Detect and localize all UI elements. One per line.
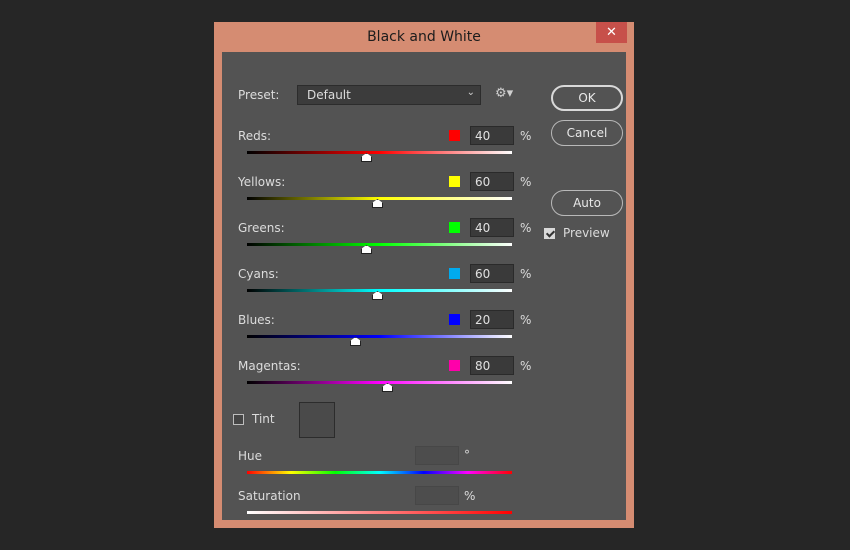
chevron-down-icon: ⌄ bbox=[466, 87, 475, 98]
saturation-slider-track[interactable] bbox=[247, 511, 512, 514]
blues-percent-unit: % bbox=[520, 313, 532, 327]
magentas-slider-track[interactable] bbox=[247, 381, 512, 384]
saturation-label: Saturation bbox=[238, 489, 301, 503]
magentas-swatch bbox=[449, 360, 460, 371]
close-button[interactable]: ✕ bbox=[596, 22, 627, 43]
blues-swatch bbox=[449, 314, 460, 325]
reds-value-input[interactable]: 40 bbox=[470, 126, 514, 145]
yellows-label: Yellows: bbox=[238, 175, 286, 189]
greens-slider-track[interactable] bbox=[247, 243, 512, 246]
magentas-slider-thumb[interactable] bbox=[382, 383, 393, 392]
yellows-slider-track[interactable] bbox=[247, 197, 512, 200]
yellows-percent-unit: % bbox=[520, 175, 532, 189]
reds-label: Reds: bbox=[238, 129, 272, 143]
reds-percent-unit: % bbox=[520, 129, 532, 143]
preset-select[interactable]: Default ⌄ bbox=[297, 85, 481, 105]
saturation-percent-unit: % bbox=[464, 489, 476, 503]
black-and-white-dialog: Black and White ✕ Preset: Default ⌄ ⚙▾ O… bbox=[214, 22, 634, 528]
hue-degree-unit: ° bbox=[464, 448, 470, 462]
tint-checkbox[interactable] bbox=[233, 414, 244, 425]
reds-slider-track[interactable] bbox=[247, 151, 512, 154]
saturation-value-input[interactable] bbox=[415, 486, 459, 505]
greens-percent-unit: % bbox=[520, 221, 532, 235]
magentas-label: Magentas: bbox=[238, 359, 301, 373]
preview-checkbox[interactable] bbox=[544, 228, 555, 239]
blues-slider-thumb[interactable] bbox=[350, 337, 361, 346]
blues-slider-track[interactable] bbox=[247, 335, 512, 338]
blues-label: Blues: bbox=[238, 313, 275, 327]
greens-swatch bbox=[449, 222, 460, 233]
preset-label: Preset: bbox=[238, 88, 280, 102]
cyans-slider-track[interactable] bbox=[247, 289, 512, 292]
hue-slider-track[interactable] bbox=[247, 471, 512, 474]
magentas-value-input[interactable]: 80 bbox=[470, 356, 514, 375]
close-icon: ✕ bbox=[606, 25, 617, 40]
greens-label: Greens: bbox=[238, 221, 285, 235]
magentas-percent-unit: % bbox=[520, 359, 532, 373]
yellows-swatch bbox=[449, 176, 460, 187]
reds-swatch bbox=[449, 130, 460, 141]
hue-value-input[interactable] bbox=[415, 446, 459, 465]
cyans-label: Cyans: bbox=[238, 267, 279, 281]
ok-button[interactable]: OK bbox=[551, 85, 623, 111]
greens-slider-thumb[interactable] bbox=[361, 245, 372, 254]
preset-options-gear-icon[interactable]: ⚙▾ bbox=[495, 86, 513, 101]
blues-value-input[interactable]: 20 bbox=[470, 310, 514, 329]
cancel-button[interactable]: Cancel bbox=[551, 120, 623, 146]
cyans-swatch bbox=[449, 268, 460, 279]
preset-value: Default bbox=[307, 88, 351, 102]
cyans-value-input[interactable]: 60 bbox=[470, 264, 514, 283]
preview-label: Preview bbox=[563, 226, 610, 240]
tint-color-swatch[interactable] bbox=[299, 402, 335, 438]
dialog-title: Black and White bbox=[367, 29, 481, 45]
cyans-slider-thumb[interactable] bbox=[372, 291, 383, 300]
cyans-percent-unit: % bbox=[520, 267, 532, 281]
yellows-slider-thumb[interactable] bbox=[372, 199, 383, 208]
reds-slider-thumb[interactable] bbox=[361, 153, 372, 162]
dialog-content: Preset: Default ⌄ ⚙▾ OK Cancel Auto Prev… bbox=[222, 52, 626, 520]
yellows-value-input[interactable]: 60 bbox=[470, 172, 514, 191]
auto-button[interactable]: Auto bbox=[551, 190, 623, 216]
title-bar[interactable]: Black and White ✕ bbox=[214, 22, 634, 52]
hue-label: Hue bbox=[238, 449, 263, 463]
tint-label: Tint bbox=[252, 412, 275, 426]
greens-value-input[interactable]: 40 bbox=[470, 218, 514, 237]
